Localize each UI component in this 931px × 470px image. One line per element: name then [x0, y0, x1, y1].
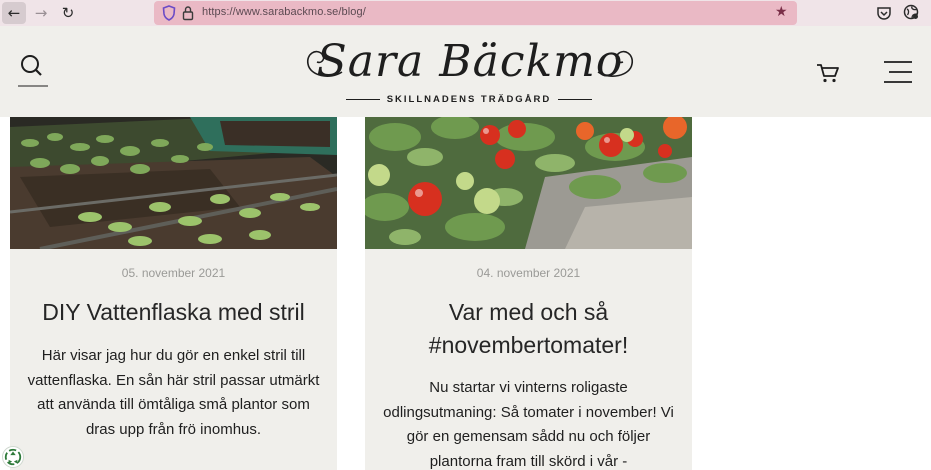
- post-title-link[interactable]: DIY Vattenflaska med stril: [10, 296, 337, 329]
- browser-toolbar: ← → ↻ https://www.sarabackmo.se/blog/ ★: [0, 0, 931, 26]
- logo-tagline-row: SKILLNADENS TRÄDGÅRD: [346, 92, 592, 106]
- seedling-trays-photo[interactable]: [10, 117, 337, 249]
- reload-button[interactable]: ↻: [56, 2, 80, 24]
- logo-swirl-right: [597, 50, 634, 77]
- back-button[interactable]: ←: [2, 2, 26, 24]
- tagline-rule-left: [346, 98, 380, 100]
- cherry-tomatoes-photo[interactable]: [365, 117, 692, 249]
- post-date: 04. november 2021: [476, 266, 581, 280]
- back-arrow-icon: ←: [7, 4, 21, 22]
- recycle-badge-icon[interactable]: [2, 446, 24, 468]
- logo-tagline: SKILLNADENS TRÄDGÅRD: [386, 93, 552, 105]
- forward-arrow-icon: →: [34, 4, 48, 22]
- cart-icon[interactable]: [816, 62, 840, 84]
- post-date: 05. november 2021: [121, 266, 226, 280]
- blog-post-card[interactable]: 04. november 2021 Var med och så #novemb…: [365, 117, 692, 470]
- site-header: Sara Bäckmo SKILLNADENS TRÄDGÅRD: [0, 26, 931, 117]
- post-excerpt: Nu startar vi vinterns roligaste odlings…: [383, 379, 674, 470]
- post-title-link[interactable]: Var med och så #novembertomater!: [365, 296, 692, 362]
- forward-button[interactable]: →: [29, 2, 53, 24]
- pocket-icon[interactable]: [876, 5, 892, 21]
- tagline-rule-right: [558, 98, 592, 100]
- url-text[interactable]: https://www.sarabackmo.se/blog/: [202, 6, 366, 18]
- blog-post-card[interactable]: 05. november 2021 DIY Vattenflaska med s…: [10, 117, 337, 470]
- logo-title: Sara Bäckmo: [316, 36, 624, 87]
- lock-icon[interactable]: [182, 5, 194, 21]
- menu-icon[interactable]: [883, 60, 913, 84]
- logo-swirl-left: [306, 50, 343, 77]
- address-bar[interactable]: https://www.sarabackmo.se/blog/ ★: [154, 1, 797, 25]
- site-logo[interactable]: Sara Bäckmo SKILLNADENS TRÄDGÅRD: [300, 34, 640, 114]
- reload-icon: ↻: [61, 4, 75, 22]
- shield-icon[interactable]: [162, 5, 176, 21]
- search-icon[interactable]: [17, 52, 49, 88]
- post-excerpt: Här visar jag hur du gör en enkel stril …: [27, 347, 320, 438]
- star-icon[interactable]: ★: [775, 4, 791, 21]
- extension-icon[interactable]: [903, 4, 919, 20]
